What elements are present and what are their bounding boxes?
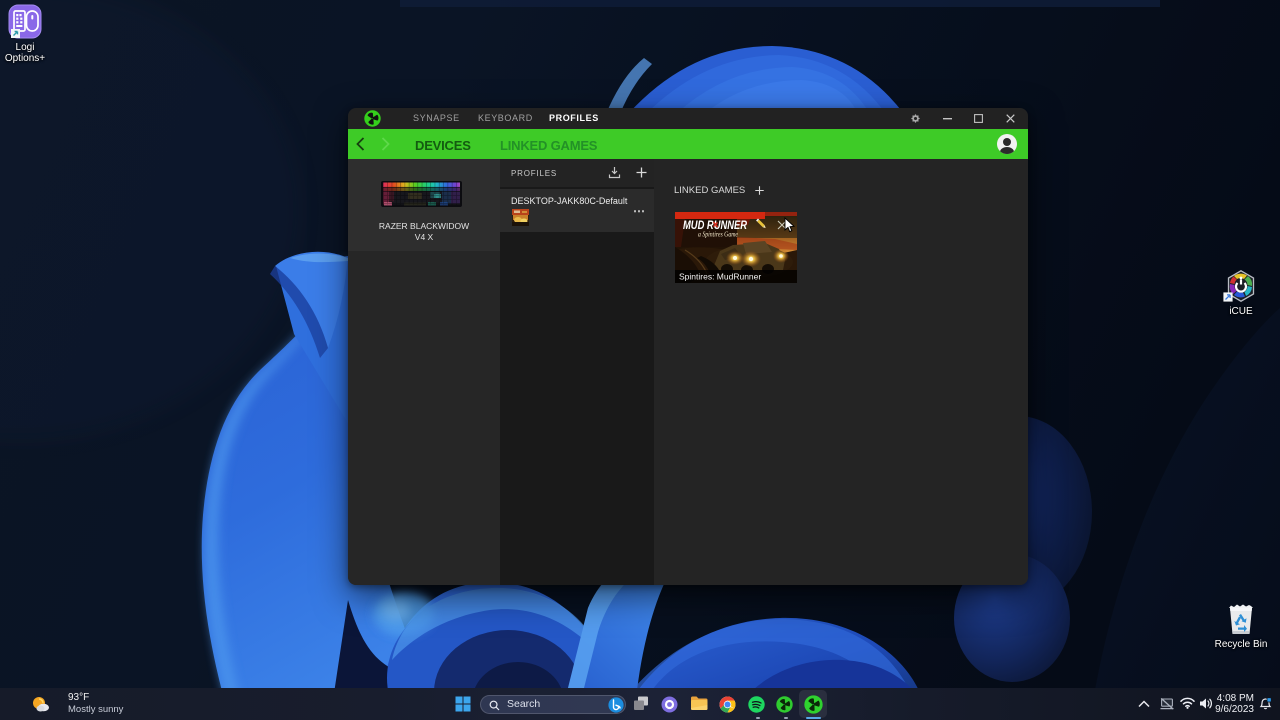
svg-text:MUD RUNNER: MUD RUNNER (683, 220, 748, 232)
svg-text:a Spintires Game: a Spintires Game (698, 232, 738, 239)
svg-text:Spintires: MudRunner: Spintires: MudRunner (679, 272, 761, 282)
